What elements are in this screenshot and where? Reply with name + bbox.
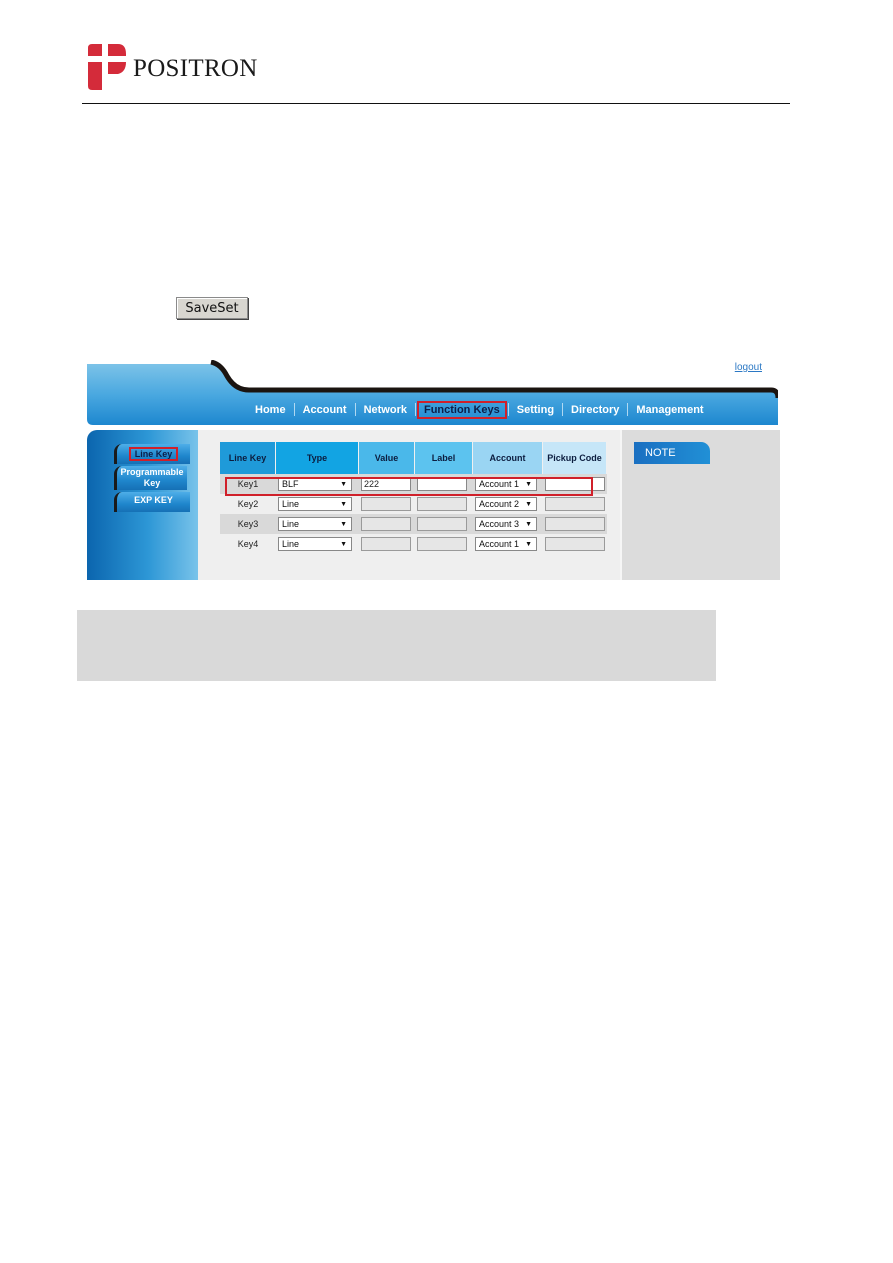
- col-type: Type: [276, 442, 359, 474]
- pickup-code-input[interactable]: [545, 537, 605, 551]
- account-select[interactable]: Account 1 ▼: [475, 477, 537, 491]
- value-input[interactable]: [361, 517, 411, 531]
- line-key-table: Line Key Type Value Label Account Pickup…: [220, 442, 607, 554]
- web-ui-screenshot: logout Home Account Network Function Key…: [87, 360, 780, 580]
- nav-separator: [507, 403, 509, 416]
- nav-network[interactable]: Network: [356, 404, 415, 416]
- key-name: Key1: [220, 474, 276, 494]
- note-box: [77, 610, 716, 681]
- key-name: Key3: [220, 514, 276, 534]
- pickup-code-input[interactable]: [545, 477, 605, 491]
- label-input[interactable]: [417, 517, 467, 531]
- dropdown-arrow-icon: ▼: [525, 520, 532, 528]
- sidebar-item-exp-key[interactable]: EXP KEY: [114, 492, 190, 512]
- positron-logo-icon: [88, 44, 126, 90]
- nav-separator: [627, 403, 629, 416]
- type-select[interactable]: Line ▼: [278, 497, 352, 511]
- label-input[interactable]: [417, 477, 467, 491]
- dropdown-arrow-icon: ▼: [525, 500, 532, 508]
- dropdown-arrow-icon: ▼: [340, 500, 347, 508]
- sidebar-item-label: Programmable Key: [120, 467, 184, 488]
- sidebar-item-label: EXP KEY: [134, 495, 173, 505]
- sidebar-item-label: Line Key: [128, 447, 179, 461]
- nav-management[interactable]: Management: [628, 404, 711, 416]
- dropdown-arrow-icon: ▼: [340, 480, 347, 488]
- label-input[interactable]: [417, 537, 467, 551]
- key-name: Key4: [237, 539, 259, 549]
- table-row: Key4 Line ▼ Account 1 ▼: [220, 534, 607, 554]
- sidebar-item-line-key[interactable]: Line Key: [114, 444, 190, 464]
- dropdown-arrow-icon: ▼: [340, 520, 347, 528]
- dropdown-arrow-icon: ▼: [525, 540, 532, 548]
- value-input[interactable]: [361, 497, 411, 511]
- type-select[interactable]: BLF ▼: [278, 477, 352, 491]
- type-select[interactable]: Line ▼: [278, 537, 352, 551]
- nav-directory[interactable]: Directory: [563, 404, 627, 416]
- nav-account[interactable]: Account: [295, 404, 355, 416]
- pickup-code-input[interactable]: [545, 517, 605, 531]
- saveset-button[interactable]: SaveSet: [176, 297, 248, 319]
- sidebar-item-programmable-key[interactable]: Programmable Key: [114, 466, 187, 490]
- brand-name: POSITRON: [133, 55, 258, 82]
- table-row: Key1 BLF ▼ 222 Account 1 ▼: [220, 474, 607, 494]
- nav-separator: [354, 403, 356, 416]
- main-nav: Home Account Network Function Keys Setti…: [87, 394, 778, 425]
- dropdown-arrow-icon: ▼: [340, 540, 347, 548]
- nav-separator: [293, 403, 295, 416]
- nav-separator: [562, 403, 564, 416]
- nav-function-keys[interactable]: Function Keys: [416, 400, 507, 419]
- note-tab: NOTE: [634, 442, 710, 464]
- nav-separator: [414, 403, 416, 416]
- label-input[interactable]: [417, 497, 467, 511]
- table-row: Key2 Line ▼ Account 2 ▼: [220, 494, 607, 514]
- note-panel: NOTE: [620, 430, 780, 580]
- function-keys-sidebar: Line Key Programmable Key EXP KEY: [87, 430, 198, 580]
- col-account: Account: [473, 442, 543, 474]
- value-input[interactable]: [361, 537, 411, 551]
- header-divider: [82, 103, 790, 104]
- col-value: Value: [359, 442, 415, 474]
- line-key-panel: Line Key Type Value Label Account Pickup…: [198, 430, 620, 580]
- account-select[interactable]: Account 1 ▼: [475, 537, 537, 551]
- dropdown-arrow-icon: ▼: [525, 480, 532, 488]
- col-pickup-code: Pickup Code: [543, 442, 607, 474]
- nav-setting[interactable]: Setting: [509, 404, 562, 416]
- type-select[interactable]: Line ▼: [278, 517, 352, 531]
- pickup-code-input[interactable]: [545, 497, 605, 511]
- table-row: Key3 Line ▼ Account 3 ▼: [220, 514, 607, 534]
- logout-link[interactable]: logout: [735, 362, 762, 373]
- col-label: Label: [415, 442, 473, 474]
- col-line-key: Line Key: [220, 442, 276, 474]
- account-select[interactable]: Account 3 ▼: [475, 517, 537, 531]
- value-input[interactable]: 222: [361, 477, 411, 491]
- account-select[interactable]: Account 2 ▼: [475, 497, 537, 511]
- key-name: Key2: [237, 499, 259, 509]
- nav-home[interactable]: Home: [247, 404, 294, 416]
